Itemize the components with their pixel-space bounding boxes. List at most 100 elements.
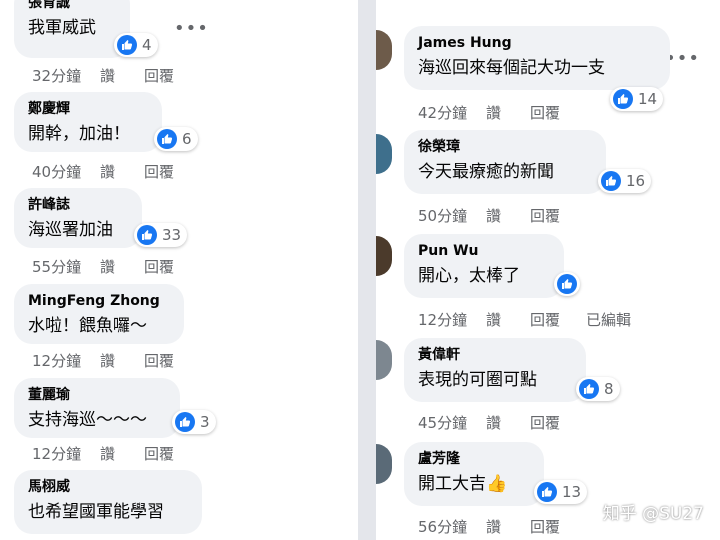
- reaction-badge[interactable]: 3: [172, 410, 216, 434]
- comment-actions: 55分鐘 讚 回覆: [32, 256, 200, 277]
- avatar[interactable]: [376, 236, 392, 276]
- commenter-name[interactable]: MingFeng Zhong: [28, 292, 172, 310]
- thumbs-up-icon: [157, 129, 177, 149]
- timestamp[interactable]: 12分鐘: [32, 443, 100, 464]
- comment-actions: 32分鐘 讚 回覆: [32, 65, 200, 86]
- reaction-badge[interactable]: 33: [134, 223, 188, 247]
- reply-link[interactable]: 回覆: [530, 412, 586, 433]
- timestamp[interactable]: 42分鐘: [418, 102, 486, 123]
- commenter-name[interactable]: 董麗瑜: [28, 386, 168, 404]
- comment-text: 開工大吉👍: [418, 472, 532, 496]
- reaction-badge[interactable]: 4: [114, 33, 158, 57]
- reply-link[interactable]: 回覆: [530, 102, 586, 123]
- comment-bubble: 鄭慶輝 開幹，加油！: [14, 92, 162, 152]
- avatar[interactable]: [376, 30, 392, 70]
- like-link[interactable]: 讚: [486, 205, 530, 226]
- like-link[interactable]: 讚: [486, 516, 530, 537]
- like-count: 14: [638, 90, 658, 108]
- timestamp[interactable]: 50分鐘: [418, 205, 486, 226]
- comment-text: 海巡署加油: [28, 220, 113, 240]
- comment-bubble: MingFeng Zhong 水啦！餵魚囉～: [14, 284, 184, 344]
- commenter-name[interactable]: 黃偉軒: [418, 346, 574, 364]
- edited-label: 已編輯: [586, 311, 632, 329]
- like-link[interactable]: 讚: [100, 161, 144, 182]
- reaction-badge[interactable]: [554, 272, 580, 296]
- comment-actions: 12分鐘 讚 回覆 已編輯: [418, 309, 648, 330]
- timestamp[interactable]: 55分鐘: [32, 256, 100, 277]
- reply-link[interactable]: 回覆: [530, 309, 586, 330]
- thumbs-up-icon: [601, 171, 621, 191]
- reply-link[interactable]: 回覆: [144, 350, 200, 371]
- reply-link[interactable]: 回覆: [530, 205, 586, 226]
- more-options-icon[interactable]: •••: [174, 18, 209, 39]
- commenter-name[interactable]: James Hung: [418, 34, 658, 52]
- timestamp[interactable]: 45分鐘: [418, 412, 486, 433]
- comment-actions: 45分鐘 讚 回覆: [418, 412, 586, 433]
- comment-text: 海巡回來每個記大功一支: [418, 58, 605, 78]
- thumbs-up-icon: [175, 412, 195, 432]
- avatar[interactable]: [376, 340, 392, 380]
- like-count: 4: [142, 36, 152, 54]
- like-count: 33: [162, 226, 182, 244]
- commenter-name[interactable]: 鄭慶輝: [28, 100, 150, 118]
- comment-bubble: 張育誠 我軍威武: [14, 0, 130, 58]
- timestamp[interactable]: 56分鐘: [418, 516, 486, 537]
- like-count: 8: [604, 380, 614, 398]
- comment-actions: 12分鐘 讚 回覆: [32, 443, 200, 464]
- comment-text: 也希望國軍能學習: [28, 502, 164, 522]
- like-link[interactable]: 讚: [486, 412, 530, 433]
- avatar[interactable]: [376, 134, 392, 174]
- like-count: 6: [182, 130, 192, 148]
- comment-actions: 42分鐘 讚 回覆: [418, 102, 586, 123]
- comment-bubble: 盧芳隆 開工大吉👍: [404, 442, 544, 506]
- timestamp[interactable]: 12分鐘: [418, 309, 486, 330]
- avatar[interactable]: [376, 444, 392, 484]
- watermark: 知乎 @SU27: [602, 504, 704, 524]
- like-link[interactable]: 讚: [100, 350, 144, 371]
- right-comment-panel: ••• James Hung 海巡回來每個記大功一支 14 42分鐘 讚 回覆 …: [376, 0, 706, 540]
- comment-actions: 12分鐘 讚 回覆: [32, 350, 200, 371]
- timestamp[interactable]: 40分鐘: [32, 161, 100, 182]
- reply-link[interactable]: 回覆: [144, 256, 200, 277]
- comment-text: 開幹，加油！: [28, 124, 130, 144]
- commenter-name[interactable]: 盧芳隆: [418, 450, 532, 468]
- reply-link[interactable]: 回覆: [144, 443, 200, 464]
- commenter-name[interactable]: 馬栩威: [28, 478, 190, 496]
- like-link[interactable]: 讚: [100, 256, 144, 277]
- more-options-icon[interactable]: •••: [665, 48, 700, 69]
- comment-text: 開心，太棒了: [418, 266, 520, 286]
- timestamp[interactable]: 32分鐘: [32, 65, 100, 86]
- comment-bubble: James Hung 海巡回來每個記大功一支: [404, 26, 670, 90]
- like-link[interactable]: 讚: [100, 65, 144, 86]
- commenter-name[interactable]: Pun Wu: [418, 242, 552, 260]
- reaction-badge[interactable]: 6: [154, 127, 198, 151]
- thumbs-up-icon: [613, 89, 633, 109]
- comment-bubble: Pun Wu 開心，太棒了: [404, 234, 564, 298]
- comment-actions: 50分鐘 讚 回覆: [418, 205, 586, 226]
- comment-bubble: 許峰誌 海巡署加油: [14, 188, 142, 248]
- reaction-badge[interactable]: 14: [610, 87, 664, 111]
- reaction-badge[interactable]: 16: [598, 169, 652, 193]
- like-link[interactable]: 讚: [100, 443, 144, 464]
- like-count: 13: [562, 483, 582, 501]
- reaction-badge[interactable]: 13: [534, 480, 588, 504]
- timestamp[interactable]: 12分鐘: [32, 350, 100, 371]
- reply-link[interactable]: 回覆: [144, 65, 200, 86]
- thumbs-up-icon: [579, 379, 599, 399]
- like-link[interactable]: 讚: [486, 309, 530, 330]
- comment-actions: 56分鐘 讚 回覆: [418, 516, 586, 537]
- thumbs-up-icon: [557, 274, 577, 294]
- commenter-name[interactable]: 張育誠: [28, 0, 118, 12]
- commenter-name[interactable]: 徐榮璋: [418, 138, 594, 156]
- comment-actions: 40分鐘 讚 回覆: [32, 161, 200, 182]
- comment-bubble: 黃偉軒 表現的可圈可點: [404, 338, 586, 402]
- comment-bubble: 徐榮璋 今天最療癒的新聞: [404, 130, 606, 194]
- reply-link[interactable]: 回覆: [144, 161, 200, 182]
- reply-link[interactable]: 回覆: [530, 516, 586, 537]
- thumbs-up-icon: [137, 225, 157, 245]
- comment-text: 今天最療癒的新聞: [418, 162, 554, 182]
- like-link[interactable]: 讚: [486, 102, 530, 123]
- comment-text: 我軍威武: [28, 18, 96, 38]
- reaction-badge[interactable]: 8: [576, 377, 620, 401]
- commenter-name[interactable]: 許峰誌: [28, 196, 130, 214]
